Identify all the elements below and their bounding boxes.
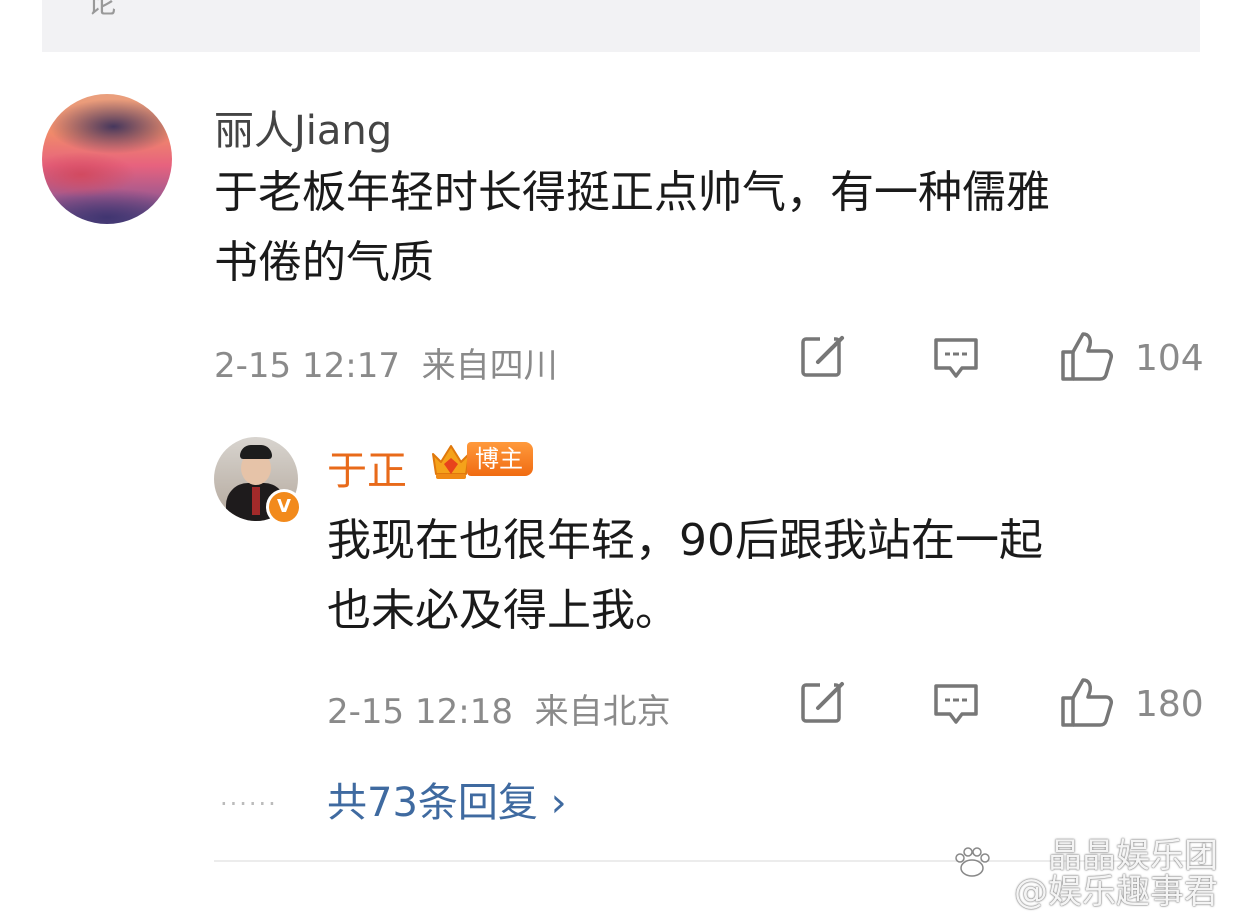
reply-comment-button[interactable] xyxy=(932,682,980,730)
reply-time: 2-15 12:18 xyxy=(327,692,513,732)
verified-badge: V xyxy=(266,489,302,525)
comment-button[interactable] xyxy=(932,336,980,384)
commenter-name[interactable]: 丽人Jiang xyxy=(214,98,392,156)
reply-like-count: 180 xyxy=(1135,684,1204,725)
truncated-text: 论 xyxy=(87,0,117,21)
watermark-line-1: 晶晶娱乐团 xyxy=(1048,836,1218,876)
commenter-avatar[interactable] xyxy=(42,94,172,224)
like-count: 104 xyxy=(1135,338,1204,379)
more-dots: ······ xyxy=(220,790,278,818)
comment-text-line-1: 于老板年轻时长得挺正点帅气，有一种儒雅 xyxy=(214,167,1050,218)
reply-author-name[interactable]: 于正 xyxy=(327,438,407,496)
comment-location: 来自四川 xyxy=(421,346,558,386)
reply-location: 来自北京 xyxy=(534,692,671,732)
reply-repost-button[interactable] xyxy=(800,681,848,729)
like-icon xyxy=(1061,332,1113,381)
comment-icon xyxy=(934,338,978,378)
baidu-paw-icon xyxy=(955,847,990,877)
crown-icon xyxy=(432,445,470,479)
previous-comment-card: 论 xyxy=(42,0,1200,52)
reply-text-line-1: 我现在也很年轻，90后跟我站在一起 xyxy=(327,515,1043,566)
edit-icon xyxy=(801,682,844,723)
more-replies-link[interactable]: 共73条回复 › xyxy=(327,770,567,828)
watermark: 晶晶娱乐团 @娱乐趣事君 xyxy=(1014,838,1218,910)
comment-meta: 2-15 12:17 来自四川 xyxy=(214,338,558,387)
blogger-badge: 博主 xyxy=(467,442,533,476)
like-button[interactable] xyxy=(1060,330,1114,386)
comment-time: 2-15 12:17 xyxy=(214,346,400,386)
reply-like-button[interactable] xyxy=(1060,676,1114,732)
comment-text-line-2: 书倦的气质 xyxy=(214,237,434,288)
reply-text-line-2: 也未必及得上我。 xyxy=(327,585,679,636)
edit-icon xyxy=(801,336,844,377)
reply-meta: 2-15 12:18 来自北京 xyxy=(327,684,671,733)
comment-icon xyxy=(934,684,978,724)
like-icon xyxy=(1061,678,1113,727)
repost-button[interactable] xyxy=(800,335,848,383)
